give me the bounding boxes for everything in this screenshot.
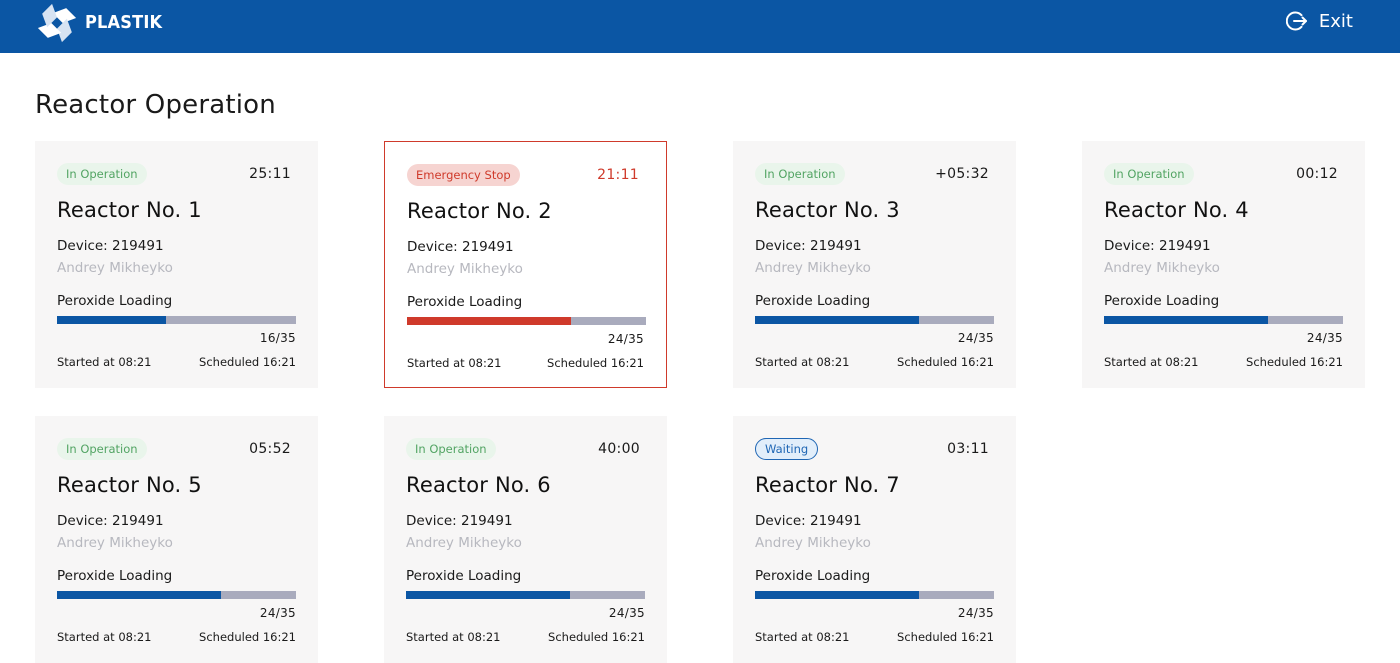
reactor-name: Reactor No. 4 — [1104, 198, 1249, 222]
reactor-timer: +05:32 — [935, 166, 989, 182]
status-badge: In Operation — [57, 163, 147, 185]
reactor-name: Reactor No. 5 — [57, 473, 202, 497]
scheduled-time: Scheduled 16:21 — [897, 355, 994, 369]
started-time: Started at 08:21 — [407, 356, 502, 370]
reactor-timer: 21:11 — [597, 167, 639, 183]
progress-bar-fill — [1104, 316, 1268, 324]
reactor-card-4[interactable]: In Operation 00:12 Reactor No. 4 Device:… — [1082, 141, 1365, 388]
plastik-logo-icon — [37, 3, 77, 42]
progress-bar — [755, 316, 994, 324]
reactor-card-2[interactable]: Emergency Stop 21:11 Reactor No. 2 Devic… — [384, 141, 667, 388]
device-id: Device: 219491 — [755, 238, 862, 254]
operator-name: Andrey Mikheyko — [755, 535, 871, 551]
device-id: Device: 219491 — [407, 239, 514, 255]
started-time: Started at 08:21 — [57, 630, 152, 644]
reactor-name: Reactor No. 1 — [57, 198, 202, 222]
progress-count: 24/35 — [259, 606, 296, 620]
status-badge: In Operation — [1104, 163, 1194, 185]
progress-bar — [406, 591, 645, 599]
operator-name: Andrey Mikheyko — [406, 535, 522, 551]
top-bar: PLASTIK Exit — [0, 0, 1400, 53]
progress-bar-fill — [755, 591, 919, 599]
status-badge: Waiting — [755, 438, 819, 460]
reactor-card-1[interactable]: In Operation 25:11 Reactor No. 1 Device:… — [35, 141, 318, 388]
started-time: Started at 08:21 — [1104, 355, 1199, 369]
started-time: Started at 08:21 — [57, 355, 152, 369]
reactor-name: Reactor No. 6 — [406, 473, 551, 497]
reactor-timer: 25:11 — [249, 166, 291, 182]
progress-count: 16/35 — [259, 331, 296, 345]
progress-bar — [1104, 316, 1343, 324]
reactor-card-5[interactable]: In Operation 05:52 Reactor No. 5 Device:… — [35, 416, 318, 663]
scheduled-time: Scheduled 16:21 — [897, 630, 994, 644]
reactor-card-7[interactable]: Waiting 03:11 Reactor No. 7 Device: 2194… — [733, 416, 1016, 663]
progress-bar-fill — [57, 591, 221, 599]
reactor-card-6[interactable]: In Operation 40:00 Reactor No. 6 Device:… — [384, 416, 667, 663]
operator-name: Andrey Mikheyko — [57, 260, 173, 276]
status-badge: In Operation — [755, 163, 845, 185]
operator-name: Andrey Mikheyko — [1104, 260, 1220, 276]
scheduled-time: Scheduled 16:21 — [199, 630, 296, 644]
progress-bar — [57, 591, 296, 599]
scheduled-time: Scheduled 16:21 — [199, 355, 296, 369]
progress-count: 24/35 — [607, 332, 644, 346]
progress-bar — [755, 591, 994, 599]
progress-count: 24/35 — [957, 606, 994, 620]
device-id: Device: 219491 — [406, 513, 513, 529]
status-badge: In Operation — [406, 438, 496, 460]
scheduled-time: Scheduled 16:21 — [547, 356, 644, 370]
operator-name: Andrey Mikheyko — [755, 260, 871, 276]
brand-logo[interactable]: PLASTIK — [35, 0, 171, 45]
process-stage: Peroxide Loading — [57, 293, 173, 309]
progress-bar — [57, 316, 296, 324]
device-id: Device: 219491 — [1104, 238, 1211, 254]
device-id: Device: 219491 — [57, 513, 164, 529]
progress-bar-fill — [406, 591, 570, 599]
exit-label: Exit — [1318, 10, 1353, 32]
started-time: Started at 08:21 — [755, 355, 850, 369]
device-id: Device: 219491 — [755, 513, 862, 529]
page-title: Reactor Operation — [35, 90, 276, 120]
device-id: Device: 219491 — [57, 238, 164, 254]
reactor-timer: 00:12 — [1296, 166, 1338, 182]
reactor-timer: 03:11 — [947, 441, 989, 457]
progress-bar-fill — [755, 316, 919, 324]
process-stage: Peroxide Loading — [57, 568, 173, 584]
started-time: Started at 08:21 — [755, 630, 850, 644]
brand-name: PLASTIK — [85, 12, 163, 33]
exit-button[interactable]: Exit — [1285, 9, 1353, 33]
progress-bar — [407, 317, 646, 325]
reactor-name: Reactor No. 2 — [407, 199, 552, 223]
process-stage: Peroxide Loading — [406, 568, 522, 584]
operator-name: Andrey Mikheyko — [407, 261, 523, 277]
progress-bar-fill — [407, 317, 571, 325]
status-badge: In Operation — [57, 438, 147, 460]
progress-count: 24/35 — [1306, 331, 1343, 345]
progress-bar-fill — [57, 316, 167, 324]
exit-icon — [1285, 11, 1307, 31]
reactor-name: Reactor No. 7 — [755, 473, 900, 497]
started-time: Started at 08:21 — [406, 630, 501, 644]
reactor-card-3[interactable]: In Operation +05:32 Reactor No. 3 Device… — [733, 141, 1016, 388]
process-stage: Peroxide Loading — [407, 294, 523, 310]
progress-count: 24/35 — [957, 331, 994, 345]
reactor-timer: 05:52 — [249, 441, 291, 457]
operator-name: Andrey Mikheyko — [57, 535, 173, 551]
reactor-timer: 40:00 — [598, 441, 640, 457]
process-stage: Peroxide Loading — [755, 568, 871, 584]
process-stage: Peroxide Loading — [755, 293, 871, 309]
process-stage: Peroxide Loading — [1104, 293, 1220, 309]
reactor-name: Reactor No. 3 — [755, 198, 900, 222]
scheduled-time: Scheduled 16:21 — [1246, 355, 1343, 369]
progress-count: 24/35 — [608, 606, 645, 620]
scheduled-time: Scheduled 16:21 — [548, 630, 645, 644]
status-badge: Emergency Stop — [407, 164, 520, 186]
